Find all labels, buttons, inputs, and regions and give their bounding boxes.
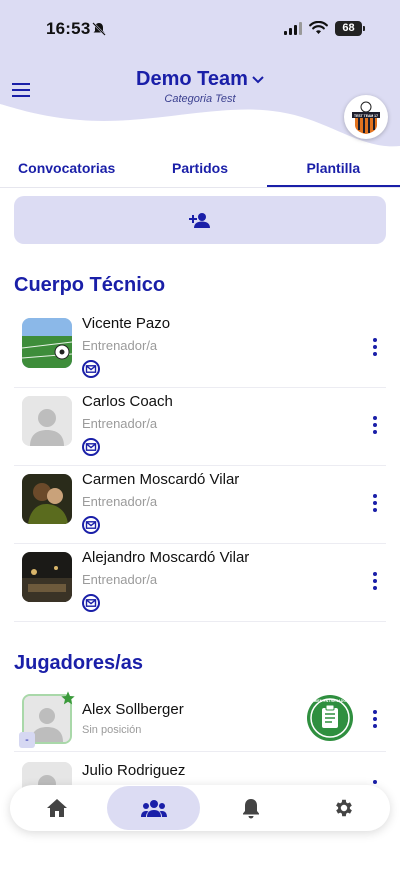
player-position: Sin posición [82,724,142,736]
status-bar: 16:53 68 [0,0,400,56]
badge-label: BIEN ENTRENADO [314,699,347,703]
bell-icon [242,799,259,819]
avatar [22,552,72,602]
team-selector: Demo Team Categoria Test [0,68,400,105]
staff-section-title: Cuerpo Técnico [14,274,166,296]
avatar [22,474,72,524]
add-person-icon [189,213,210,228]
status-time: 16:53 [46,19,91,38]
staff-row[interactable]: Alejandro Moscardó Vilar Entrenador/a [14,544,386,622]
home-icon [46,799,67,817]
badge-text: TEST TEAM 17 [354,114,378,118]
mail-icon[interactable] [82,360,100,378]
nav-team[interactable] [107,786,200,830]
nav-notifications[interactable] [204,786,297,830]
gear-icon [335,799,352,817]
more-vert-icon[interactable] [368,570,382,592]
bell-muted-icon [92,22,106,36]
avatar-placeholder [22,396,72,446]
team-name-button[interactable]: Demo Team [136,68,264,91]
team-crest-icon: TEST TEAM 17 [352,101,380,134]
staff-row[interactable]: Vicente Pazo Entrenador/a [14,310,386,388]
avatar [22,318,72,368]
staff-role: Entrenador/a [82,416,158,431]
staff-name: Vicente Pazo [82,315,171,332]
staff-role: Entrenador/a [82,494,158,509]
staff-name: Carlos Coach [82,393,173,410]
tab-bar: Convocatorias Partidos Plantilla [0,152,400,188]
player-row[interactable]: - Alex Sollberger Sin posición BIEN ENTR… [14,688,386,752]
staff-role: Entrenador/a [82,338,158,353]
signal-icon [284,22,302,35]
team-name: Demo Team [136,68,248,90]
staff-name: Carmen Moscardó Vilar [82,471,240,488]
staff-role: Entrenador/a [82,572,158,587]
more-vert-icon[interactable] [368,336,382,358]
battery-indicator: 68 [335,21,365,36]
bottom-safe-area [0,831,400,869]
player-name: Alex Sollberger [82,701,184,718]
team-category: Categoria Test [164,93,236,105]
mail-icon[interactable] [82,438,100,456]
wifi-icon [309,21,328,34]
tab-partidos[interactable]: Partidos [133,152,266,187]
more-vert-icon[interactable] [368,414,382,436]
tab-plantilla[interactable]: Plantilla [266,152,400,187]
staff-row[interactable]: Carlos Coach Entrenador/a [14,388,386,466]
add-member-button[interactable] [14,196,386,244]
mail-icon[interactable] [82,594,100,612]
trained-badge-icon: BIEN ENTRENADO [307,695,353,741]
mail-icon[interactable] [82,516,100,534]
nav-home[interactable] [10,786,103,830]
staff-name: Alejandro Moscardó Vilar [82,549,250,566]
chevron-down-icon [252,75,264,83]
player-number: - [19,732,35,748]
more-vert-icon[interactable] [368,492,382,514]
player-name: Julio Rodriguez [82,762,186,779]
team-badge[interactable]: TEST TEAM 17 [344,95,388,139]
players-section-title: Jugadores/as [14,652,143,674]
more-vert-icon[interactable] [368,708,382,730]
star-icon [61,691,75,705]
staff-row[interactable]: Carmen Moscardó Vilar Entrenador/a [14,466,386,544]
team-icon [140,800,167,817]
tab-convocatorias[interactable]: Convocatorias [0,152,133,187]
nav-settings[interactable] [297,786,390,830]
bottom-navigation [10,785,390,831]
